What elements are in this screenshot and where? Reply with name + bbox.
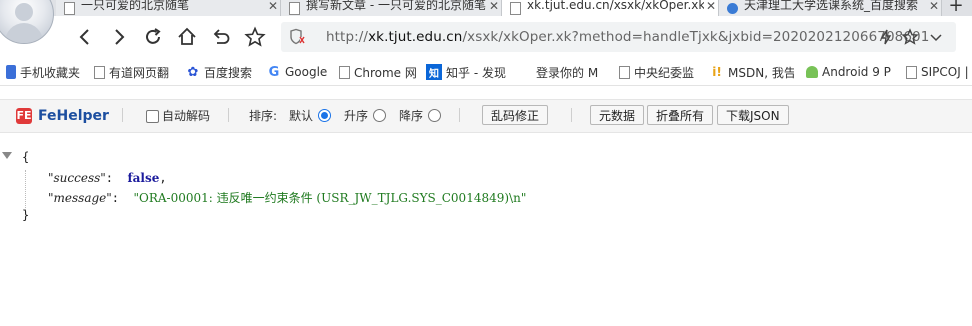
google-icon: G	[268, 64, 280, 80]
sort-asc-label: 升序	[344, 109, 369, 123]
arrow-right-icon	[115, 29, 125, 45]
bookmark-item[interactable]: 中央纪委监	[619, 63, 697, 81]
url-scheme: http://	[326, 29, 369, 45]
json-viewer: { "success": false, "message": "ORA-0000…	[0, 140, 972, 326]
reload-button[interactable]	[140, 23, 166, 51]
separator	[571, 108, 572, 122]
tab-title: 撰写新文章 - 一只可爱的北京随笔	[306, 0, 486, 12]
auto-decode-label: 自动解码	[162, 109, 211, 123]
tab-1[interactable]: 一只可爱的北京随笔 ✕	[56, 0, 281, 16]
bookmark-item[interactable]: 知 知乎 - 发现	[426, 63, 508, 81]
separator	[228, 108, 229, 122]
separator	[122, 108, 123, 122]
bookmark-item[interactable]: 有道网页翻	[94, 63, 174, 81]
tab-2[interactable]: 撰写新文章 - 一只可爱的北京随笔 ✕	[281, 0, 502, 16]
doc-icon	[906, 65, 917, 79]
android-icon	[806, 66, 818, 78]
arrow-left-icon	[79, 29, 89, 45]
json-key: "message"	[48, 191, 112, 205]
tab-4[interactable]: 天津理工大学选课系统_百度搜索 ✕	[719, 0, 942, 16]
globe-icon	[727, 2, 738, 14]
close-icon[interactable]: ✕	[927, 0, 941, 12]
collapse-toggle-icon[interactable]	[2, 152, 12, 159]
tab-title: xk.tjut.edu.cn/xsxk/xkOper.xk	[527, 0, 704, 12]
sort-default-label: 默认	[289, 109, 314, 123]
doc-icon	[339, 65, 350, 79]
auto-decode-checkbox[interactable]: 自动解码	[146, 108, 210, 124]
star-icon	[244, 26, 266, 47]
raw-data-button[interactable]: 元数据	[590, 105, 645, 125]
new-tab-button[interactable]: +	[944, 0, 968, 15]
json-row: "message": "ORA-00001: 违反唯一约束条件 (USR_JW_…	[48, 191, 527, 205]
reload-icon	[146, 28, 161, 44]
doc-icon	[94, 65, 105, 79]
json-value: false	[127, 171, 160, 185]
star-icon[interactable]	[901, 28, 919, 46]
not-secure-icon[interactable]	[287, 28, 305, 46]
bookmark-item[interactable]: Android 9 P	[806, 63, 894, 81]
close-icon[interactable]: ✕	[704, 0, 718, 12]
undo-icon	[213, 29, 230, 44]
forward-button[interactable]	[106, 23, 132, 51]
json-open-brace: {	[22, 150, 30, 164]
windows-icon	[518, 65, 532, 79]
fehelper-title: FeHelper	[38, 108, 109, 124]
bookmark-item[interactable]: Chrome 网	[339, 63, 417, 81]
msdn-icon: i!	[712, 65, 722, 79]
tab-title: 一只可爱的北京随笔	[81, 0, 190, 12]
tab-3-active[interactable]: xk.tjut.edu.cn/xsxk/xkOper.xk ✕	[502, 0, 719, 16]
undo-close-button[interactable]	[208, 23, 234, 51]
home-button[interactable]	[174, 23, 200, 51]
fehelper-toolbar: FE FeHelper 自动解码 排序: 默认 升序 降序 乱码修正 元数据 折…	[0, 99, 972, 133]
json-key: "success"	[48, 171, 106, 185]
address-bar[interactable]: http://xk.tjut.edu.cn/xsxk/xkOper.xk?met…	[281, 22, 956, 52]
bookmarks-bar: 手机收藏夹 有道网页翻 ✿ 百度搜索 G Google Chrome 网 知 知…	[0, 59, 972, 86]
close-icon[interactable]: ✕	[266, 0, 280, 12]
bookmark-item[interactable]: SIPCOJ | R	[906, 63, 972, 81]
paw-icon: ✿	[187, 64, 199, 80]
back-button[interactable]	[72, 23, 98, 51]
bookmark-item[interactable]: G Google	[267, 63, 329, 81]
sort-desc-label: 降序	[399, 109, 424, 123]
doc-icon	[619, 65, 630, 79]
fix-encoding-button[interactable]: 乱码修正	[482, 105, 549, 125]
bookmark-item[interactable]: ✿ 百度搜索	[186, 63, 256, 81]
fehelper-logo-icon: FE	[16, 108, 32, 124]
doc-icon	[289, 1, 300, 15]
tab-strip: 一只可爱的北京随笔 ✕ 撰写新文章 - 一只可爱的北京随笔 ✕ xk.tjut.…	[0, 0, 972, 16]
sort-desc-radio[interactable]	[428, 109, 441, 122]
bookmark-item[interactable]: 登录你的 M	[518, 63, 604, 81]
bookmark-star-button[interactable]	[242, 23, 268, 51]
doc-icon	[510, 1, 521, 15]
json-close-brace: }	[22, 208, 30, 222]
tab-title: 天津理工大学选课系统_百度搜索	[744, 0, 919, 12]
url-text[interactable]: http://xk.tjut.edu.cn/xsxk/xkOper.xk?met…	[326, 22, 929, 52]
bookmark-item[interactable]: i! MSDN, 我告	[710, 63, 794, 81]
url-host: xk.tjut.edu.cn	[368, 29, 463, 45]
json-row: "success": false,	[48, 171, 167, 185]
separator	[459, 108, 460, 122]
url-path: /xsxk/xkOper.xk?method=handleTjxk&jxbid=…	[462, 29, 930, 45]
phone-icon	[6, 65, 16, 79]
json-value: "ORA-00001: 违反唯一约束条件 (USR_JW_TJLG.SYS_C0…	[133, 191, 527, 205]
sort-default-radio[interactable]	[318, 109, 331, 122]
browser-toolbar: http://xk.tjut.edu.cn/xsxk/xkOper.xk?met…	[0, 16, 972, 59]
chevron-down-icon[interactable]	[927, 28, 945, 46]
sort-label: 排序:	[249, 109, 278, 123]
checkbox-box[interactable]	[146, 109, 159, 123]
indent-guide	[25, 170, 26, 212]
close-icon[interactable]: ✕	[487, 0, 501, 12]
download-json-button[interactable]: 下载JSON	[717, 105, 789, 125]
zhihu-icon: 知	[426, 64, 442, 80]
fold-all-button[interactable]: 折叠所有	[647, 105, 714, 125]
doc-icon	[64, 1, 75, 15]
sort-asc-radio[interactable]	[373, 109, 386, 122]
bookmark-item[interactable]: 手机收藏夹	[6, 63, 90, 81]
lightning-icon[interactable]	[877, 28, 895, 46]
home-icon	[178, 27, 196, 45]
